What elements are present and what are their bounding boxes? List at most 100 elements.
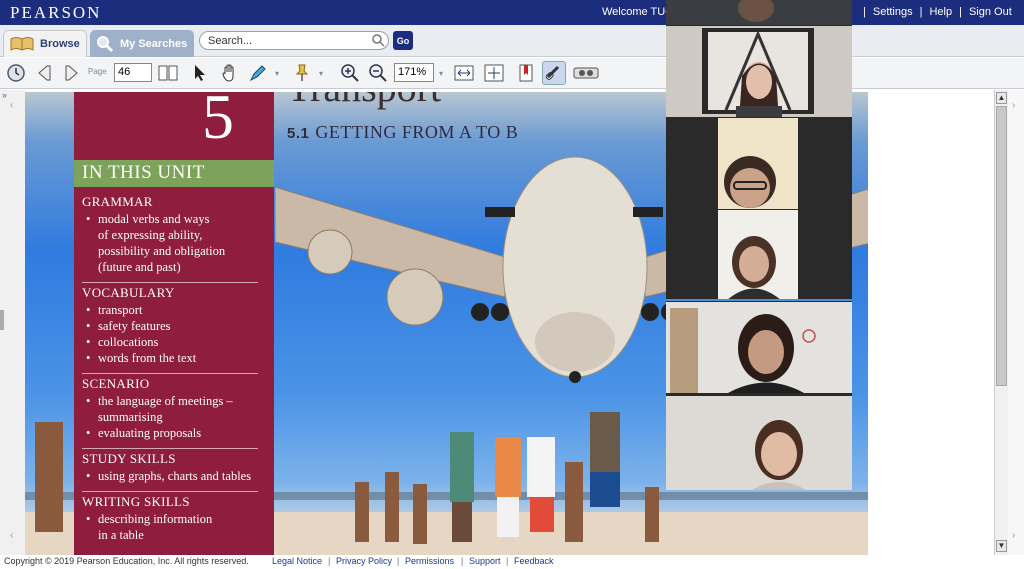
list-item-text: in a table: [98, 528, 144, 542]
tab-my-searches-label: My Searches: [120, 37, 188, 50]
select-pointer-icon[interactable]: [188, 61, 212, 85]
next-page-icon[interactable]: [60, 61, 84, 85]
in-this-unit-heading: IN THIS UNIT: [74, 160, 274, 187]
footer: Copyright © 2019 Pearson Education, Inc.…: [0, 555, 1024, 569]
tab-bar: Browse My Searches Search... Go: [0, 25, 1024, 57]
list-item: modal verbs and ways: [82, 211, 266, 227]
grammar-heading: GRAMMAR: [82, 194, 153, 209]
pushpin-dropdown-icon[interactable]: ▾: [314, 61, 328, 85]
scenario-heading: SCENARIO: [82, 376, 150, 391]
study-skills-section: STUDY SKILLS using graphs, charts and ta…: [82, 451, 266, 492]
page-label: Page: [88, 67, 107, 76]
list-item: words from the text: [82, 350, 266, 366]
section-divider: [82, 373, 258, 374]
fit-page-icon[interactable]: [482, 61, 506, 85]
header-links: | Settings | Help | Sign Out: [863, 6, 1012, 18]
footer-separator: |: [397, 556, 400, 566]
scroll-thumb[interactable]: [996, 106, 1007, 386]
tab-my-searches[interactable]: My Searches: [90, 30, 194, 57]
search-input[interactable]: Search...: [199, 31, 389, 50]
copyright-text: Copyright © 2019 Pearson Education, Inc.…: [4, 556, 249, 566]
go-button[interactable]: Go: [393, 31, 413, 50]
zoom-dropdown-icon[interactable]: ▾: [434, 61, 448, 85]
viewer-toolbar: Page 46 ▾ ▾ 171% ▾: [0, 58, 1024, 89]
vertical-scrollbar[interactable]: ▲ ▼: [994, 90, 1008, 555]
bookmark-icon[interactable]: [514, 61, 538, 85]
list-item-text: summarising: [98, 410, 163, 424]
right-page-arrow-bottom-icon[interactable]: ›: [1012, 530, 1015, 541]
presentation-mode-icon[interactable]: [572, 61, 600, 85]
page-number-input[interactable]: 46: [114, 63, 152, 82]
list-item-text: possibility and obligation: [98, 244, 226, 258]
footer-separator: |: [461, 556, 464, 566]
left-gutter: » ‹ ‹: [0, 90, 25, 555]
pushpin-note-icon[interactable]: [290, 61, 314, 85]
list-item-continued: possibility and obligation: [82, 243, 266, 259]
scroll-down-icon[interactable]: ▼: [996, 540, 1007, 552]
link-tool-icon[interactable]: [542, 61, 566, 85]
list-item-text: of expressing ability,: [98, 228, 203, 242]
video-tile-5[interactable]: [666, 302, 852, 393]
unit-sidebar: 5 IN THIS UNIT GRAMMAR modal verbs and w…: [74, 92, 274, 555]
list-item-text: (future and past): [98, 260, 181, 274]
grammar-section: GRAMMAR modal verbs and ways of expressi…: [82, 194, 266, 283]
list-item-continued: summarising: [82, 409, 266, 425]
page-view-icon[interactable]: [156, 61, 180, 85]
list-item: using graphs, charts and tables: [82, 468, 266, 484]
legal-notice-link[interactable]: Legal Notice: [272, 556, 322, 566]
section-number: 5.1: [287, 125, 310, 142]
list-item-continued: of expressing ability,: [82, 227, 266, 243]
zoom-level-input[interactable]: 171%: [394, 63, 434, 82]
feedback-link[interactable]: Feedback: [514, 556, 554, 566]
list-item: collocations: [82, 334, 266, 350]
highlighter-icon[interactable]: [246, 61, 270, 85]
support-link[interactable]: Support: [469, 556, 501, 566]
video-tile-1[interactable]: [666, 0, 852, 25]
left-page-arrow-bottom-icon[interactable]: ‹: [10, 530, 13, 541]
section-divider: [82, 282, 258, 283]
video-call-panel: [666, 0, 852, 490]
list-item: safety features: [82, 318, 266, 334]
privacy-policy-link[interactable]: Privacy Policy: [336, 556, 392, 566]
permissions-link[interactable]: Permissions: [405, 556, 454, 566]
unit-title: Transport: [287, 92, 441, 111]
right-gutter: › ›: [1008, 90, 1024, 555]
list-item: the language of meetings –: [82, 393, 266, 409]
fit-width-icon[interactable]: [452, 61, 476, 85]
help-link[interactable]: Help: [929, 6, 952, 18]
video-tile-6[interactable]: [666, 396, 852, 490]
left-page-arrow-icon[interactable]: ‹: [10, 100, 13, 111]
panel-resize-handle[interactable]: [0, 310, 4, 330]
unit-number: 5: [202, 92, 234, 152]
zoom-in-icon[interactable]: [338, 61, 362, 85]
scroll-up-icon[interactable]: ▲: [996, 92, 1007, 104]
video-tile-4[interactable]: [666, 210, 852, 301]
tab-browse[interactable]: Browse: [3, 30, 87, 57]
book-icon: [10, 37, 34, 51]
video-tile-2[interactable]: [666, 26, 852, 117]
list-item-continued: in a table: [82, 527, 266, 543]
zoom-out-icon[interactable]: [366, 61, 390, 85]
list-item: evaluating proposals: [82, 425, 266, 441]
highlighter-dropdown-icon[interactable]: ▾: [270, 61, 284, 85]
writing-skills-section: WRITING SKILLS describing information in…: [82, 494, 266, 543]
expand-panel-icon[interactable]: »: [2, 90, 7, 100]
list-item: describing information: [82, 511, 266, 527]
right-page-arrow-icon[interactable]: ›: [1012, 100, 1015, 111]
settings-link[interactable]: Settings: [873, 6, 913, 18]
sign-out-link[interactable]: Sign Out: [969, 6, 1012, 18]
search-icon[interactable]: [371, 33, 385, 47]
section-title-text: GETTING FROM A TO B: [315, 122, 519, 142]
writing-skills-heading: WRITING SKILLS: [82, 494, 190, 509]
section-divider: [82, 448, 258, 449]
hand-pan-icon[interactable]: [218, 61, 242, 85]
video-tile-3[interactable]: [666, 118, 852, 209]
previous-page-icon[interactable]: [32, 61, 56, 85]
section-title: 5.1 GETTING FROM A TO B: [287, 122, 518, 143]
top-header: PEARSON Welcome TUG | Settings | Help | …: [0, 0, 1024, 25]
section-divider: [82, 491, 258, 492]
footer-separator: |: [328, 556, 331, 566]
pearson-logo: PEARSON: [10, 3, 102, 22]
history-icon[interactable]: [4, 61, 28, 85]
tab-browse-label: Browse: [40, 38, 80, 50]
